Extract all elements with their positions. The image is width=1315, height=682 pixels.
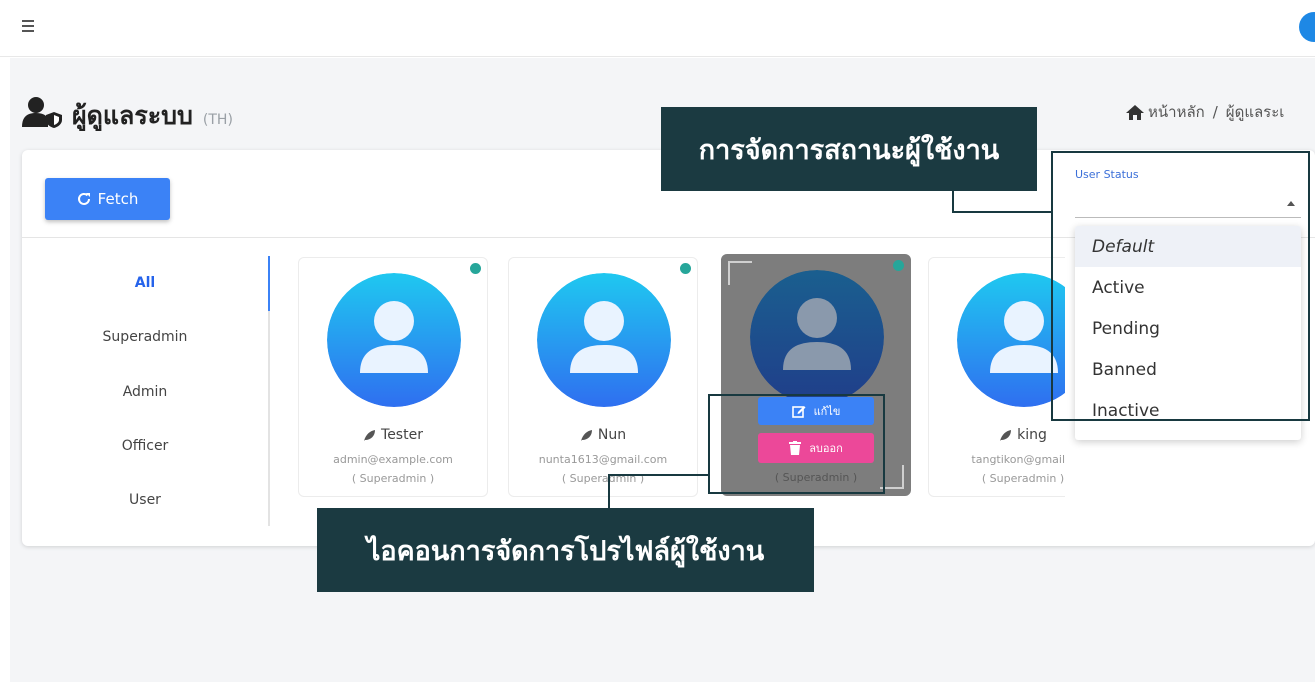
- top-bar: [0, 0, 1315, 57]
- profile-annotation-box: [708, 394, 885, 494]
- online-status-dot: [893, 260, 904, 271]
- user-avatar-icon: [750, 270, 884, 404]
- page-title: ผู้ดูแลระบบ: [72, 102, 193, 130]
- status-annotation-box: [1051, 151, 1310, 421]
- profile-annotation-label: ไอคอนการจัดการโปรไฟล์ผู้ใช้งาน: [317, 508, 814, 592]
- breadcrumb-current: ผู้ดูแลระเ: [1225, 103, 1285, 121]
- leaf-icon: [1000, 429, 1012, 441]
- user-name-text: Tester: [381, 427, 423, 443]
- status-annotation-label: การจัดการสถานะผู้ใช้งาน: [661, 107, 1037, 191]
- user-email: tangtikon@gmail.c: [971, 453, 1065, 466]
- breadcrumb-separator: /: [1212, 103, 1218, 121]
- user-name: Tester: [299, 427, 487, 443]
- user-avatar-icon: [327, 273, 461, 407]
- home-icon: [1126, 104, 1144, 120]
- user-name-text: king: [1017, 427, 1047, 443]
- breadcrumb-home[interactable]: หน้าหลัก: [1148, 100, 1205, 124]
- hamburger-menu-icon[interactable]: [22, 20, 36, 32]
- user-email: admin@example.com: [333, 453, 453, 466]
- online-status-dot: [680, 263, 691, 274]
- user-role: ( Superadmin ): [981, 472, 1065, 485]
- user-email: nunta1613@gmail.com: [538, 453, 668, 466]
- leaf-icon: [580, 429, 592, 441]
- status-annotation-connector: [952, 189, 954, 213]
- user-name: Nun: [509, 427, 697, 443]
- page-header: ผู้ดูแลระบบ (TH): [22, 92, 233, 136]
- leaf-icon: [364, 429, 376, 441]
- corner-bracket: [728, 261, 752, 285]
- user-role: ( Superadmin ): [351, 472, 435, 485]
- online-status-dot: [470, 263, 481, 274]
- user-name: king: [929, 427, 1065, 443]
- page-title-lang: (TH): [202, 112, 233, 128]
- breadcrumb: หน้าหลัก / ผู้ดูแลระเ: [1126, 100, 1284, 124]
- user-shield-icon: [22, 97, 62, 128]
- user-grid: Tester admin@example.com ( Superadmin ) …: [22, 150, 1065, 546]
- user-avatar-icon: [957, 273, 1065, 407]
- profile-annotation-connector: [608, 474, 709, 476]
- profile-annotation-connector: [608, 474, 610, 510]
- user-avatar-icon: [537, 273, 671, 407]
- user-avatar[interactable]: [1299, 12, 1315, 42]
- user-card[interactable]: king tangtikon@gmail.c ( Superadmin ): [928, 257, 1065, 497]
- status-annotation-connector: [952, 211, 1052, 213]
- user-card[interactable]: Nun nunta1613@gmail.com ( Superadmin ): [508, 257, 698, 497]
- user-card[interactable]: Tester admin@example.com ( Superadmin ): [298, 257, 488, 497]
- user-name-text: Nun: [597, 427, 627, 443]
